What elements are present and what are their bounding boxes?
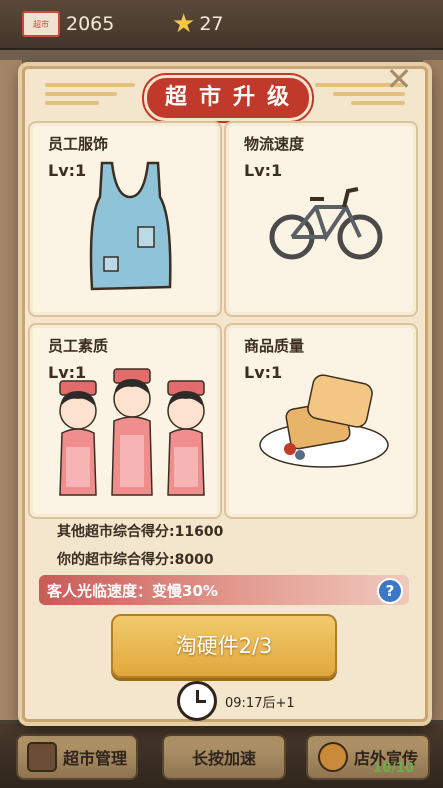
store-icon xyxy=(26,742,57,772)
close-icon[interactable]: ✕ xyxy=(383,63,415,95)
scene-left-wall xyxy=(0,60,22,720)
card-name: 员工素质 xyxy=(48,337,109,355)
ticket-icon: 超市 xyxy=(22,11,60,37)
speedup-button[interactable]: 长按加速 xyxy=(162,734,286,780)
promo-button[interactable]: 店外宣传 10/10 xyxy=(306,734,430,780)
title-decoration-left xyxy=(45,83,135,115)
dialog-title: 超市升级 xyxy=(144,75,312,121)
your-store-score: 你的超市综合得分:8000 xyxy=(57,552,214,568)
manage-button[interactable]: 超市管理 xyxy=(16,734,138,780)
refill-timer: 09:17后+1 xyxy=(177,681,295,721)
customer-speed-debuff: 客人光临速度：变慢30% ? xyxy=(39,575,409,605)
card-name: 商品质量 xyxy=(244,337,305,355)
timer-text: 09:17后+1 xyxy=(225,695,295,711)
megaphone-icon xyxy=(317,742,348,772)
card-name: 员工服饰 xyxy=(48,135,109,153)
tank-top-icon xyxy=(89,161,172,291)
staff-icon xyxy=(59,368,205,496)
ticket-counter: 超市 2065 xyxy=(22,10,114,38)
upgrade-card-uniform[interactable]: 员工服饰 Lv:1 xyxy=(28,121,222,317)
ticket-value: 2065 xyxy=(66,13,115,35)
upgrade-card-staff[interactable]: 员工素质 Lv:1 xyxy=(28,323,222,519)
bicycle-icon xyxy=(269,187,383,260)
hardware-action-button[interactable]: 淘硬件2/3 xyxy=(111,614,337,678)
clock-icon xyxy=(177,681,217,721)
star-counter: ★ 27 xyxy=(172,9,224,39)
bread-icon xyxy=(259,374,389,468)
card-name: 物流速度 xyxy=(244,135,305,153)
upgrade-card-logistics[interactable]: 物流速度 Lv:1 xyxy=(224,121,418,317)
star-value: 27 xyxy=(199,13,224,35)
other-store-score: 其他超市综合得分:11600 xyxy=(57,524,224,540)
help-icon[interactable]: ? xyxy=(377,578,403,604)
upgrade-dialog: 超市升级 ✕ 员工服饰 Lv:1 物流速度 Lv:1 员工素质 Lv:1 商品质… xyxy=(22,63,428,722)
top-hud: 超市 2065 ★ 27 xyxy=(0,0,443,50)
debuff-text: 客人光临速度：变慢30% xyxy=(47,581,218,600)
card-level: Lv:1 xyxy=(48,161,87,180)
upgrade-card-quality[interactable]: 商品质量 Lv:1 xyxy=(224,323,418,519)
promo-count: 10/10 xyxy=(373,761,414,776)
star-icon: ★ xyxy=(172,9,196,39)
